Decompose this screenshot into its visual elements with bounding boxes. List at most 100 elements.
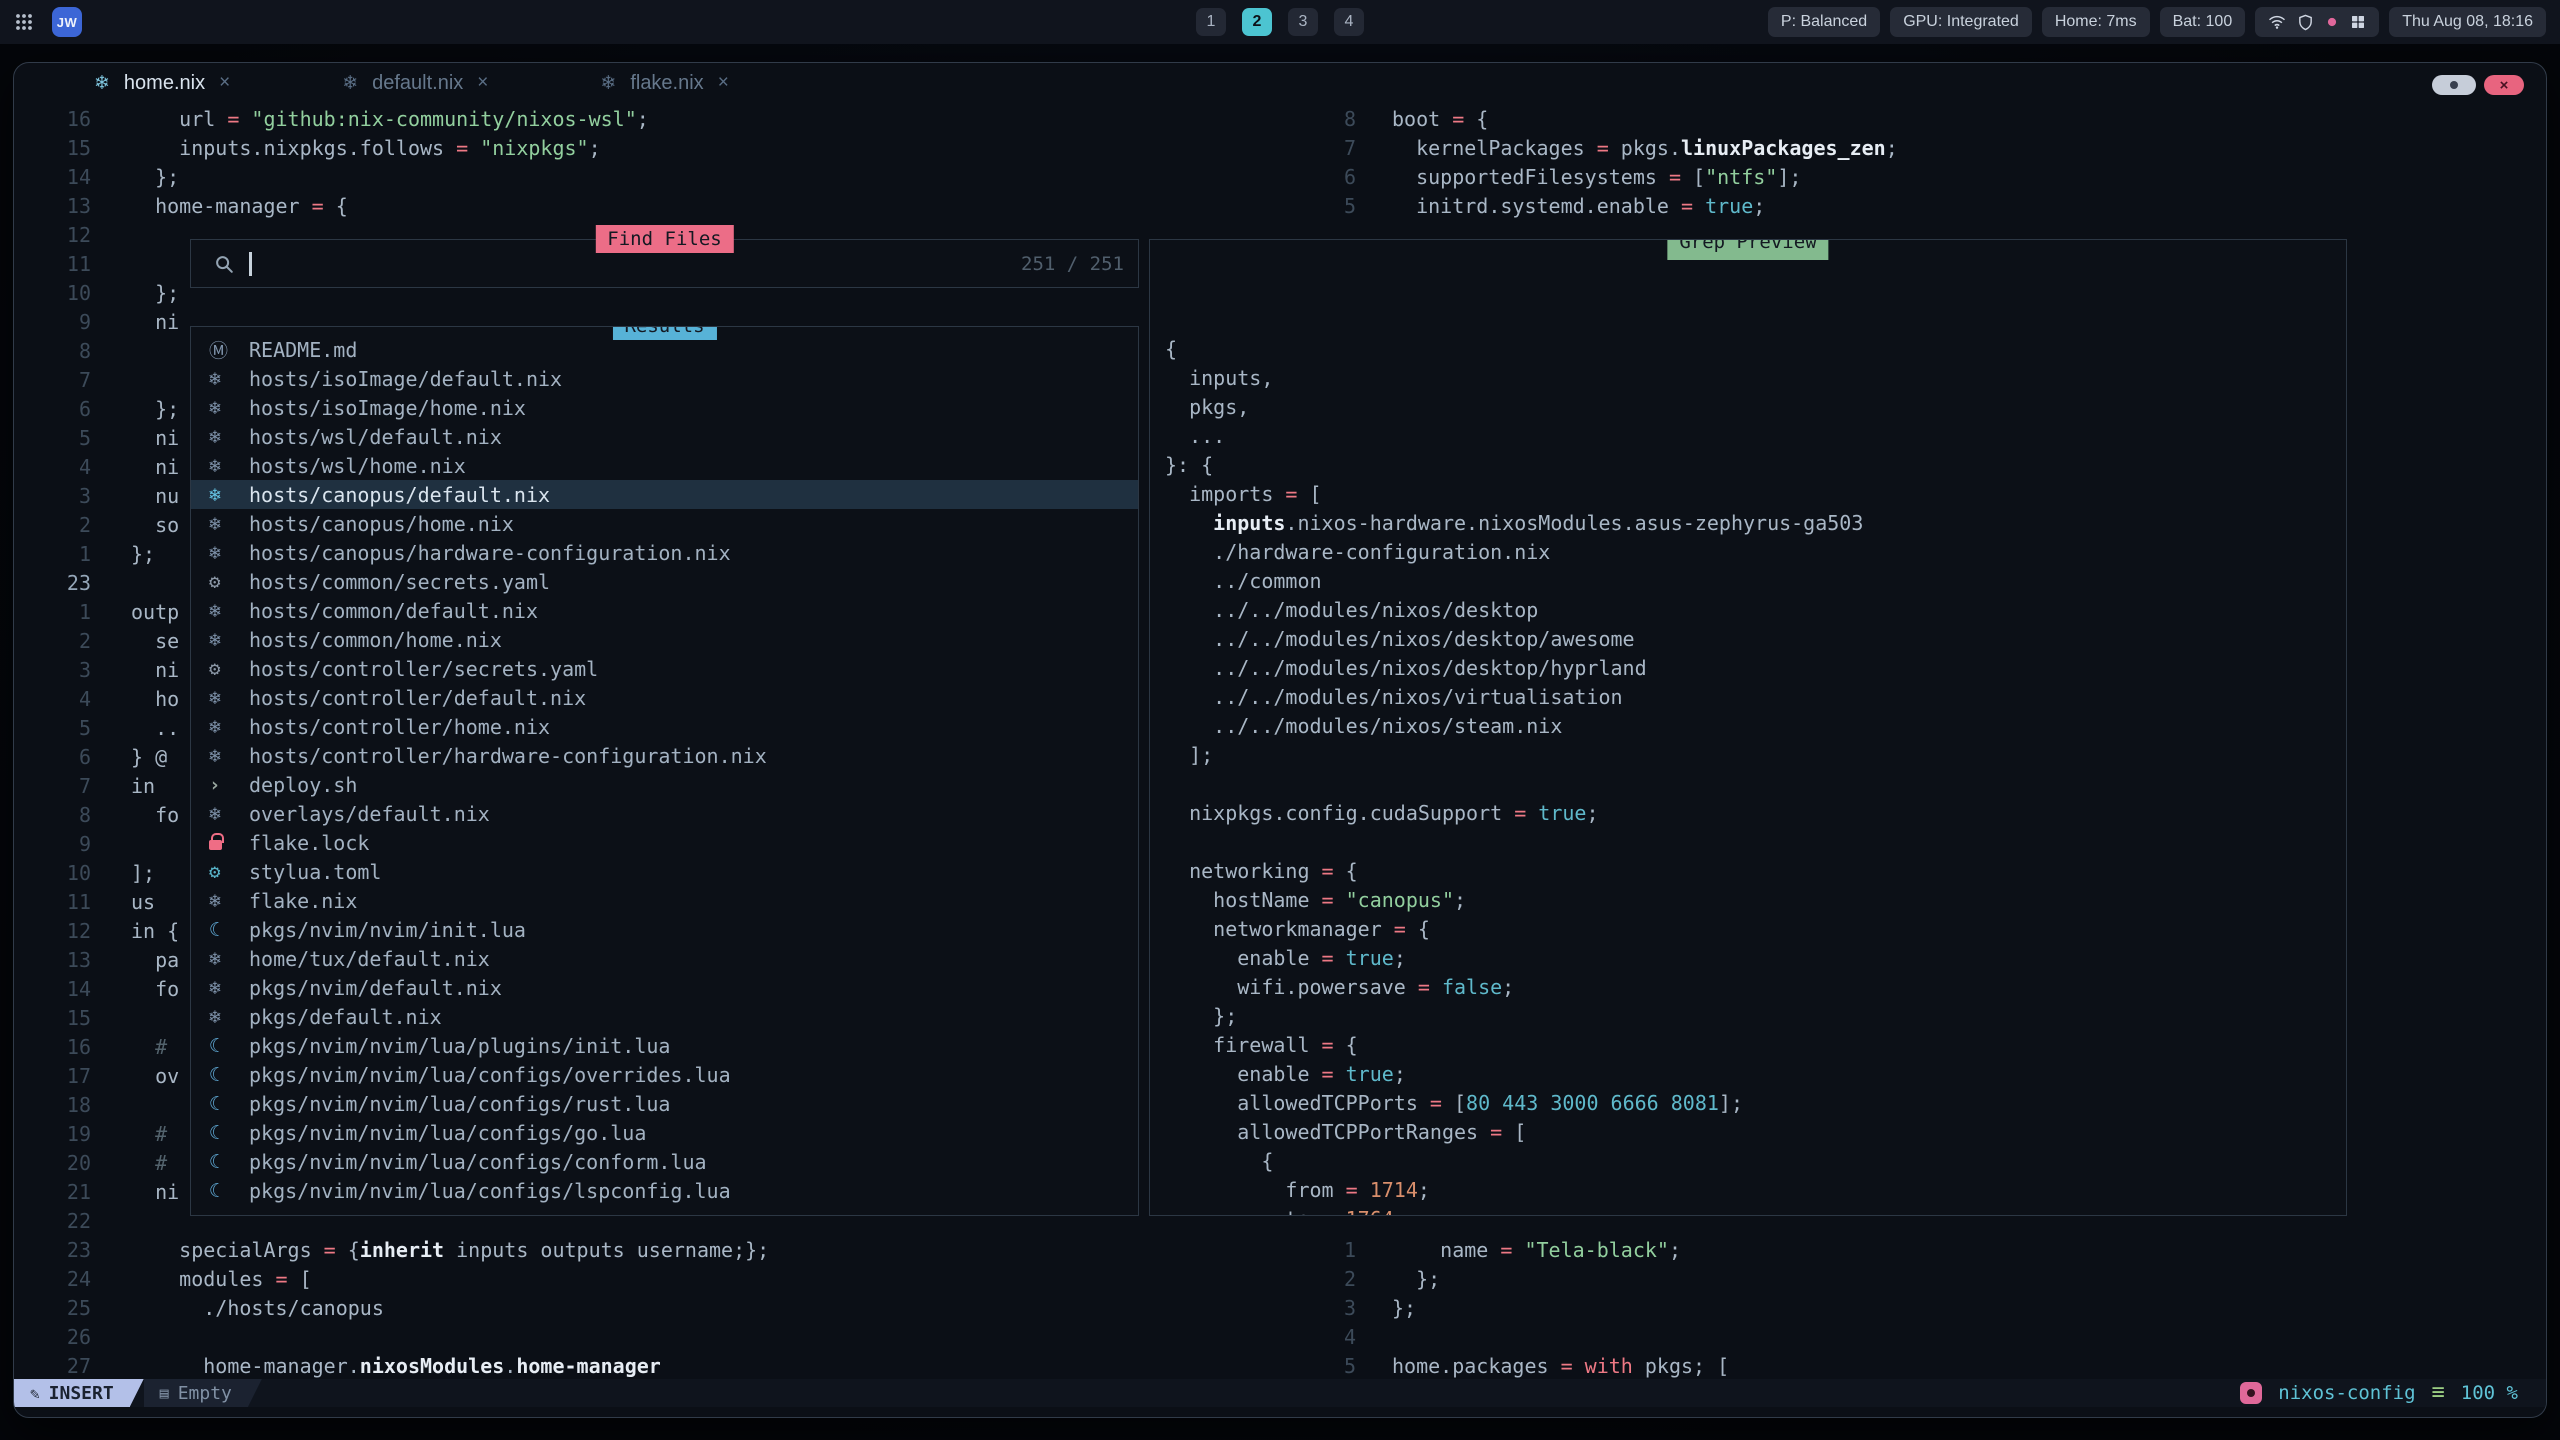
result-row[interactable]: ❄hosts/common/default.nix xyxy=(191,596,1138,625)
code-line: 8boot = { xyxy=(1321,105,1898,134)
result-row[interactable]: flake.lock xyxy=(191,828,1138,857)
result-row[interactable]: ❄hosts/canopus/home.nix xyxy=(191,509,1138,538)
shield-icon xyxy=(2297,14,2314,31)
code-line: 5home.packages = with pkgs; [ xyxy=(1321,1352,1729,1381)
tab-label: home.nix xyxy=(124,72,205,95)
tabline: ❄home.nix×❄default.nix×❄flake.nix× xyxy=(14,63,2546,103)
tab-home.nix[interactable]: ❄home.nix× xyxy=(94,72,230,95)
yaml-file-icon: ⚙ xyxy=(209,571,249,593)
code-line: ../../modules/nixos/desktop/awesome xyxy=(1165,625,2346,654)
repo-name: nixos-config xyxy=(2278,1382,2415,1404)
file-name: hosts/canopus/home.nix xyxy=(249,512,514,536)
lua-file-icon: ☾ xyxy=(209,1035,249,1057)
result-row[interactable]: ❄home/tux/default.nix xyxy=(191,944,1138,973)
tab-default.nix[interactable]: ❄default.nix× xyxy=(342,72,488,95)
result-row[interactable]: ❄hosts/isoImage/home.nix xyxy=(191,393,1138,422)
result-row[interactable]: ❄hosts/common/home.nix xyxy=(191,625,1138,654)
clock[interactable]: Thu Aug 08, 18:16 xyxy=(2389,7,2546,37)
system-tray[interactable] xyxy=(2255,7,2379,37)
result-row[interactable]: ☾pkgs/nvim/nvim/init.lua xyxy=(191,915,1138,944)
module-home-latency[interactable]: Home: 7ms xyxy=(2042,7,2150,37)
code-line: networking = { xyxy=(1165,857,2346,886)
result-row[interactable]: ❄hosts/controller/home.nix xyxy=(191,712,1138,741)
tab-close-icon[interactable]: × xyxy=(477,72,488,94)
file-name: pkgs/nvim/nvim/lua/plugins/init.lua xyxy=(249,1034,670,1058)
file-name: hosts/isoImage/home.nix xyxy=(249,396,526,420)
tab-flake.nix[interactable]: ❄ flake.nix × xyxy=(600,72,728,95)
result-row[interactable]: ❄hosts/wsl/home.nix xyxy=(191,451,1138,480)
workspace-4[interactable]: 4 xyxy=(1334,8,1364,36)
result-row[interactable]: ❄hosts/canopus/default.nix xyxy=(191,480,1138,509)
nix-file-icon: ❄ xyxy=(209,484,249,506)
module-power-profile[interactable]: P: Balanced xyxy=(1768,7,1880,37)
nix-file-icon: ❄ xyxy=(209,977,249,999)
file-name: hosts/controller/default.nix xyxy=(249,686,586,710)
code-line: 16 url = "github:nix-community/nixos-wsl… xyxy=(31,105,769,134)
code-line: to = 1764; xyxy=(1165,1205,2346,1216)
user-logo-badge[interactable]: JW xyxy=(52,7,82,37)
result-row[interactable]: ❄hosts/isoImage/default.nix xyxy=(191,364,1138,393)
result-row[interactable]: ☾pkgs/nvim/nvim/lua/plugins/init.lua xyxy=(191,1031,1138,1060)
result-row[interactable]: ⚙stylua.toml xyxy=(191,857,1138,886)
tab-label: flake.nix xyxy=(630,72,703,95)
telescope-prompt[interactable]: Find Files 251 / 251 xyxy=(190,239,1139,288)
code-line xyxy=(1165,770,2346,799)
result-row[interactable]: ❄flake.nix xyxy=(191,886,1138,915)
search-icon xyxy=(213,253,235,275)
nix-file-icon: ❄ xyxy=(209,716,249,738)
results-list: ⓂREADME.md❄hosts/isoImage/default.nix❄ho… xyxy=(191,335,1138,1205)
file-name: pkgs/default.nix xyxy=(249,1005,442,1029)
lua-file-icon: ☾ xyxy=(209,1064,249,1086)
code-line: 26 xyxy=(31,1323,769,1352)
result-row[interactable]: ☾pkgs/nvim/nvim/lua/configs/overrides.lu… xyxy=(191,1060,1138,1089)
module-battery[interactable]: Bat: 100 xyxy=(2160,7,2246,37)
file-name: hosts/common/secrets.yaml xyxy=(249,570,550,594)
file-name: hosts/canopus/default.nix xyxy=(249,483,550,507)
result-row[interactable]: ☾pkgs/nvim/nvim/lua/configs/go.lua xyxy=(191,1118,1138,1147)
file-name: pkgs/nvim/nvim/lua/configs/overrides.lua xyxy=(249,1063,731,1087)
code-line: inputs.nixos-hardware.nixosModules.asus-… xyxy=(1165,509,2346,538)
result-row[interactable]: ❄hosts/canopus/hardware-configuration.ni… xyxy=(191,538,1138,567)
code-line: allowedTCPPortRanges = [ xyxy=(1165,1118,2346,1147)
result-row[interactable]: ☾pkgs/nvim/nvim/lua/configs/lspconfig.lu… xyxy=(191,1176,1138,1205)
result-row[interactable]: ›deploy.sh xyxy=(191,770,1138,799)
editor-pane-right-top[interactable]: 8boot = {7 kernelPackages = pkgs.linuxPa… xyxy=(1321,105,1898,221)
preview-title: Grep Preview xyxy=(1667,239,1828,260)
code-line: 27 home-manager.nixosModules.home-manage… xyxy=(31,1352,769,1381)
code-line: 25 ./hosts/canopus xyxy=(31,1294,769,1323)
workspace-1[interactable]: 1 xyxy=(1196,8,1226,36)
code-line: 2 }; xyxy=(1321,1265,1729,1294)
window-close-button[interactable]: × xyxy=(2484,75,2524,95)
tab-close-icon[interactable]: × xyxy=(718,72,729,94)
code-line: from = 1714; xyxy=(1165,1176,2346,1205)
result-row[interactable]: ❄pkgs/default.nix xyxy=(191,1002,1138,1031)
file-name: flake.lock xyxy=(249,831,369,855)
workspace-2[interactable]: 2 xyxy=(1242,8,1272,36)
nix-icon: ❄ xyxy=(600,72,616,95)
tab-label: default.nix xyxy=(372,72,463,95)
result-row[interactable]: ❄pkgs/nvim/default.nix xyxy=(191,973,1138,1002)
file-name: hosts/wsl/home.nix xyxy=(249,454,466,478)
status-modules: P: Balanced GPU: Integrated Home: 7ms Bat: … xyxy=(1768,7,2245,37)
yaml-file-icon: ⚙ xyxy=(209,658,249,680)
window-toggle-button[interactable] xyxy=(2432,75,2476,95)
result-row[interactable]: ❄hosts/controller/hardware-configuration… xyxy=(191,741,1138,770)
app-launcher-icon[interactable] xyxy=(14,12,34,32)
nix-file-icon: ❄ xyxy=(209,1006,249,1028)
result-row[interactable]: ☾pkgs/nvim/nvim/lua/configs/conform.lua xyxy=(191,1147,1138,1176)
result-row[interactable]: ❄hosts/wsl/default.nix xyxy=(191,422,1138,451)
file-name: pkgs/nvim/nvim/init.lua xyxy=(249,918,526,942)
result-row[interactable]: ❄hosts/controller/default.nix xyxy=(191,683,1138,712)
result-row[interactable]: ⚙hosts/controller/secrets.yaml xyxy=(191,654,1138,683)
file-name: pkgs/nvim/default.nix xyxy=(249,976,502,1000)
editor-pane-right-bottom[interactable]: 1 name = "Tela-black";2 };3};45home.pack… xyxy=(1321,1236,1729,1381)
result-row[interactable]: ☾pkgs/nvim/nvim/lua/configs/rust.lua xyxy=(191,1089,1138,1118)
tab-close-icon[interactable]: × xyxy=(219,72,230,94)
result-row[interactable]: ⚙hosts/common/secrets.yaml xyxy=(191,567,1138,596)
workspace-3[interactable]: 3 xyxy=(1288,8,1318,36)
code-line: nixpkgs.config.cudaSupport = true; xyxy=(1165,799,2346,828)
module-gpu[interactable]: GPU: Integrated xyxy=(1890,7,2032,37)
result-row[interactable]: ❄overlays/default.nix xyxy=(191,799,1138,828)
mode-indicator: ✎ INSERT xyxy=(14,1379,130,1407)
repo-icon xyxy=(2240,1382,2262,1404)
